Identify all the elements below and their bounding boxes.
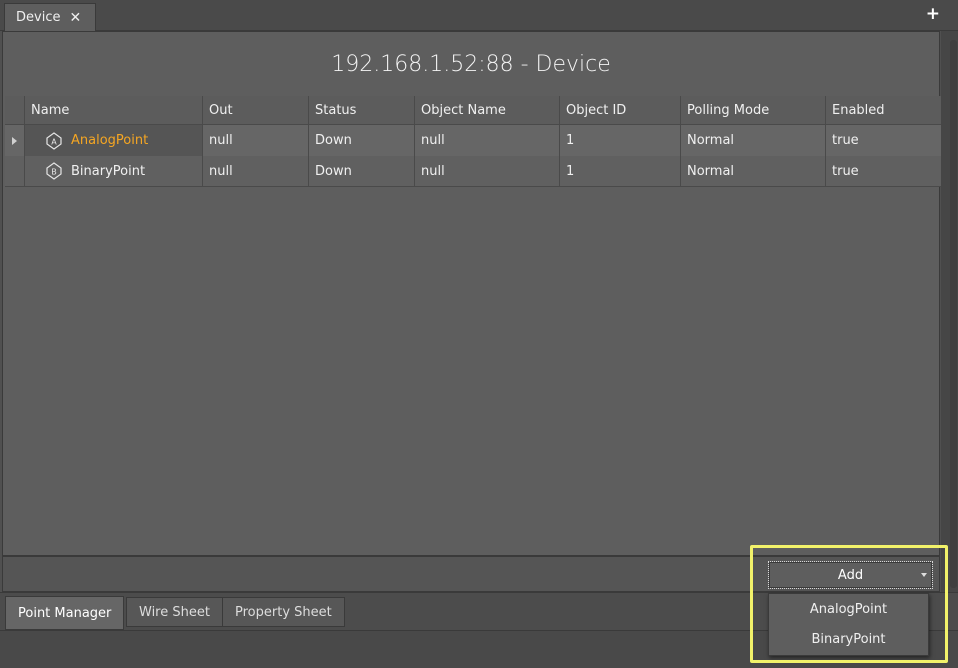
enabled-cell: true — [832, 163, 859, 179]
document-tab-strip: Device ✕ + — [0, 0, 958, 31]
tab-device[interactable]: Device ✕ — [4, 3, 96, 31]
page-title: 192.168.1.52:88 - Device — [331, 51, 611, 77]
status-cell: Down — [309, 156, 415, 186]
tab-device-label: Device — [16, 10, 61, 25]
name-cell[interactable]: A AnalogPoint — [25, 125, 203, 156]
plus-icon[interactable]: + — [926, 4, 940, 24]
svg-text:A: A — [51, 137, 57, 146]
tab-point-manager[interactable]: Point Manager — [5, 596, 125, 630]
column-header-enabled[interactable]: Enabled — [826, 96, 941, 125]
column-header-status[interactable]: Status — [309, 96, 415, 125]
highlight-annotation — [750, 545, 948, 663]
point-name: BinaryPoint — [71, 163, 146, 179]
tab-property-sheet[interactable]: Property Sheet — [222, 597, 345, 627]
object-id-cell: 1 — [560, 125, 681, 156]
column-header-name[interactable]: Name — [25, 96, 203, 125]
table-row[interactable]: B BinaryPoint null Down null 1 Normal tr… — [5, 156, 941, 187]
column-header-polling-mode[interactable]: Polling Mode — [681, 96, 826, 125]
table-header: Name Out Status Object Name Object ID Po… — [5, 96, 941, 125]
column-header-out[interactable]: Out — [203, 96, 309, 125]
enabled-cell: true — [832, 133, 859, 148]
svg-text:B: B — [51, 168, 57, 177]
close-icon[interactable]: ✕ — [69, 10, 81, 26]
out-cell: null — [203, 125, 309, 156]
binary-point-icon: B — [46, 162, 62, 180]
chevron-right-icon[interactable] — [12, 136, 17, 145]
tab-wire-sheet[interactable]: Wire Sheet — [126, 597, 223, 627]
out-cell: null — [203, 156, 309, 186]
point-name: AnalogPoint — [71, 133, 149, 148]
polling-mode-cell: Normal — [681, 156, 826, 186]
point-manager-pane: 192.168.1.52:88 - Device Name Out Status… — [2, 31, 941, 556]
column-header-object-id[interactable]: Object ID — [560, 96, 681, 125]
object-id-cell: 1 — [560, 156, 681, 186]
object-name-cell: null — [415, 156, 560, 186]
polling-mode-cell: Normal — [681, 125, 826, 156]
status-cell: Down — [309, 125, 415, 156]
analog-point-icon: A — [46, 131, 62, 150]
object-name-cell: null — [415, 125, 560, 156]
row-expander[interactable] — [5, 125, 25, 156]
row-expander — [5, 156, 25, 186]
column-header-object-name[interactable]: Object Name — [415, 96, 560, 125]
name-cell[interactable]: B BinaryPoint — [25, 156, 203, 186]
header-expander — [5, 96, 25, 125]
vertical-scrollbar[interactable] — [950, 40, 957, 588]
table-row[interactable]: A AnalogPoint null Down null 1 Normal tr… — [5, 125, 941, 156]
